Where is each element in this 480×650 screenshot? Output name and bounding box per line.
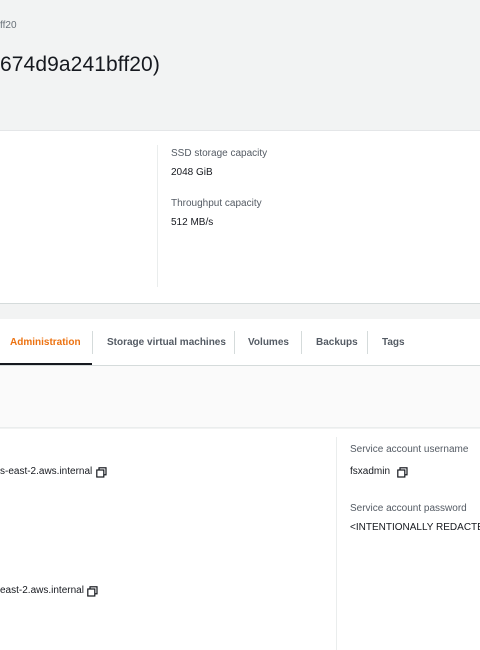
dns-name-value: s-east-2.aws.internal xyxy=(0,466,93,477)
tab-storage-virtual-machines[interactable]: Storage virtual machines xyxy=(107,319,226,366)
tab-separator xyxy=(92,331,93,354)
tab-backups[interactable]: Backups xyxy=(316,319,358,366)
section-header xyxy=(0,366,480,428)
service-account-password-value: <INTENTIONALLY REDACTED> xyxy=(350,522,480,533)
active-tab-indicator xyxy=(0,363,92,365)
tab-tags[interactable]: Tags xyxy=(382,319,405,366)
tabs-bar: Administration Storage virtual machines … xyxy=(0,319,480,366)
tab-separator xyxy=(234,331,235,354)
tab-volumes[interactable]: Volumes xyxy=(248,319,289,366)
tab-separator xyxy=(367,331,368,354)
service-account-password-label: Service account password xyxy=(350,503,467,514)
page-title: 674d9a241bff20) xyxy=(0,53,160,76)
throughput-capacity-label: Throughput capacity xyxy=(171,198,262,209)
service-account-username-value: fsxadmin xyxy=(350,466,391,477)
administration-panel: s-east-2.aws.internal east-2.aws.interna… xyxy=(0,429,480,650)
summary-panel: SSD storage capacity 2048 GiB Throughput… xyxy=(0,130,480,304)
tab-separator xyxy=(301,331,302,354)
dns-name-value: east-2.aws.internal xyxy=(0,585,84,596)
throughput-capacity-value: 512 MB/s xyxy=(171,217,214,228)
tab-administration[interactable]: Administration xyxy=(10,319,81,366)
copy-icon[interactable] xyxy=(96,467,107,478)
copy-icon[interactable] xyxy=(87,586,98,597)
column-divider xyxy=(157,145,158,287)
column-divider xyxy=(336,437,337,650)
ssd-capacity-label: SSD storage capacity xyxy=(171,148,268,159)
copy-icon[interactable] xyxy=(397,467,408,478)
service-account-username-label: Service account username xyxy=(350,444,469,455)
breadcrumb[interactable]: ff20 xyxy=(0,20,17,31)
ssd-capacity-value: 2048 GiB xyxy=(171,167,213,178)
